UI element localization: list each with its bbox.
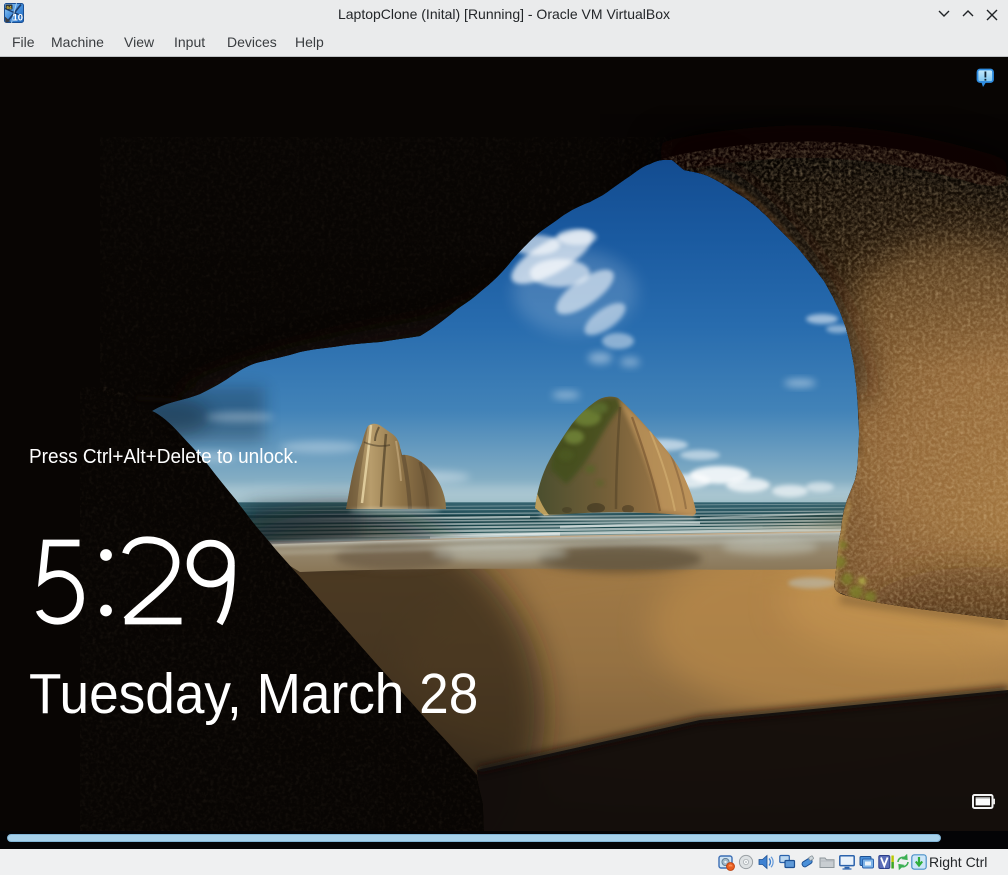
- svg-text:64: 64: [6, 5, 12, 10]
- svg-text:10: 10: [13, 13, 24, 24]
